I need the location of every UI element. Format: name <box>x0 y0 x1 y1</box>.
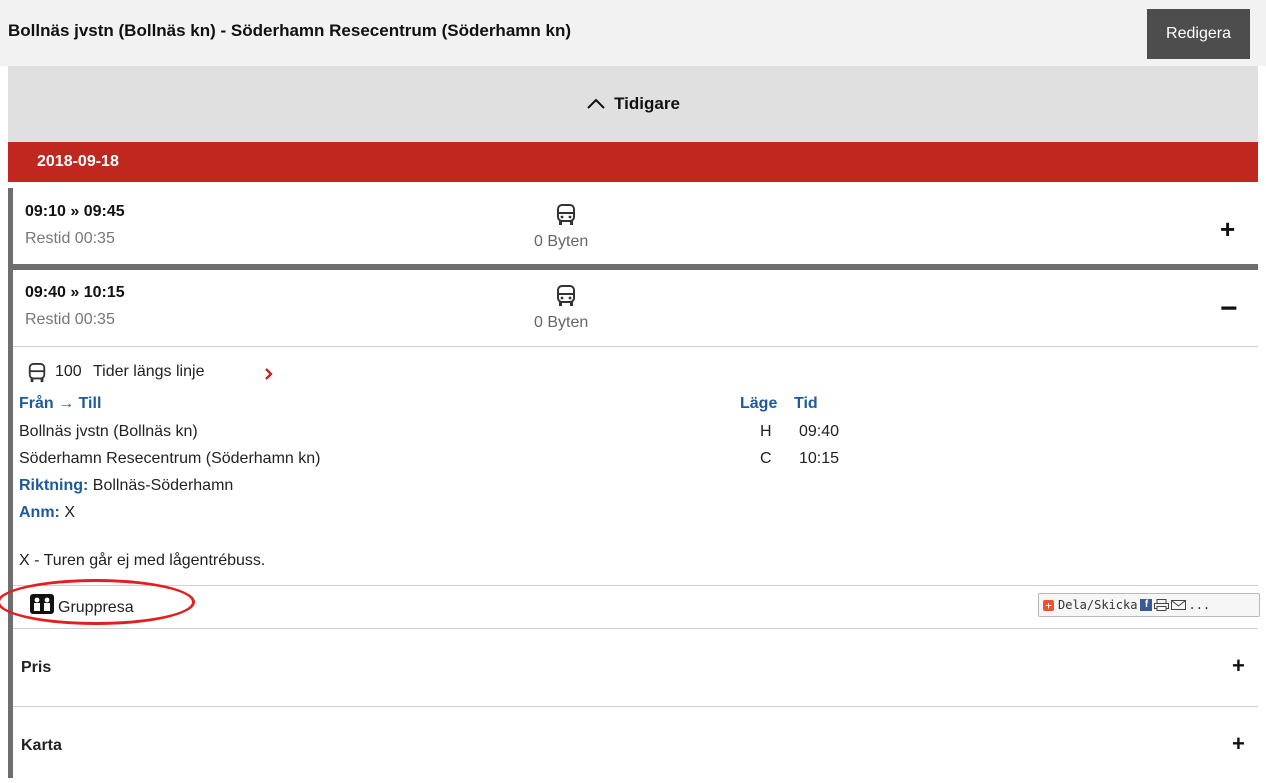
bus-icon <box>557 204 575 225</box>
divider <box>13 585 1258 586</box>
stop-time: 09:40 <box>799 423 840 440</box>
chevron-right-icon[interactable] <box>264 368 273 380</box>
map-section[interactable]: Karta + <box>13 707 1258 783</box>
more-icon: ... <box>1188 598 1211 612</box>
collapse-trip-button[interactable]: − <box>1220 292 1238 326</box>
expand-price-button[interactable]: + <box>1232 653 1245 679</box>
bus-icon <box>28 363 46 383</box>
trip-changes: 0 Byten <box>534 314 589 331</box>
trip-changes: 0 Byten <box>534 233 589 250</box>
line-number: 100 <box>55 363 82 380</box>
group-travel-link[interactable]: Gruppresa <box>58 599 134 617</box>
bus-icon <box>557 285 575 306</box>
share-label: Dela/Skicka <box>1058 598 1138 612</box>
stop-name: Söderhamn Resecentrum (Söderhamn kn) <box>19 450 321 467</box>
earlier-label: Tidigare <box>614 94 680 113</box>
facebook-icon: f <box>1140 599 1153 611</box>
header-bar: Bollnäs jvstn (Bollnäs kn) - Söderhamn R… <box>0 0 1266 66</box>
trip-times: 09:10 » 09:45 <box>25 203 125 220</box>
trip-details: 100 Tider längs linje Från → Till Läge T… <box>0 346 1260 778</box>
stop-name: Bollnäs jvstn (Bollnäs kn) <box>19 423 198 440</box>
trip-duration: Restid 00:35 <box>25 230 115 247</box>
trip-duration: Restid 00:35 <box>25 311 115 328</box>
map-label: Karta <box>21 737 62 754</box>
expand-trip-button[interactable]: + <box>1220 214 1235 245</box>
chevron-up-icon <box>587 98 605 109</box>
note-row: Anm: X <box>19 504 75 522</box>
share-button[interactable]: + Dela/Skicka f ... <box>1038 593 1260 617</box>
price-label: Pris <box>21 659 52 676</box>
group-travel-icon <box>30 594 54 614</box>
stop-time: 10:15 <box>799 450 840 467</box>
edit-button[interactable]: Redigera <box>1147 9 1250 59</box>
line-times-link[interactable]: Tider längs linje <box>93 363 204 381</box>
date-bar: 2018-09-18 <box>8 142 1258 182</box>
print-icon <box>1154 599 1170 611</box>
price-section[interactable]: Pris + <box>13 629 1258 705</box>
route-title: Bollnäs jvstn (Bollnäs kn) - Söderhamn R… <box>8 21 571 40</box>
trip-times: 09:40 » 10:15 <box>25 284 125 301</box>
stop-position: C <box>760 450 772 467</box>
earlier-button[interactable]: Tidigare <box>8 66 1258 142</box>
footnote: X - Turen går ej med lågentrébuss. <box>19 552 266 569</box>
stop-position: H <box>760 423 772 440</box>
trip-row[interactable]: 09:10 » 09:45 Restid 00:35 0 Byten + <box>8 188 1258 264</box>
direction-row: Riktning: Bollnäs-Söderhamn <box>19 477 233 495</box>
direction-value: Bollnäs-Söderhamn <box>92 477 234 494</box>
plus-square-icon: + <box>1043 599 1054 611</box>
from-to-header: Från → Till <box>19 395 102 412</box>
divider <box>13 346 1258 347</box>
trip-row[interactable]: 09:40 » 10:15 Restid 00:35 0 Byten − <box>8 270 1258 346</box>
note-value: X <box>64 504 76 521</box>
direction-label: Riktning: <box>19 477 89 494</box>
stop-header: Läge <box>740 395 778 412</box>
mail-icon <box>1171 600 1187 610</box>
expand-map-button[interactable]: + <box>1232 731 1245 757</box>
time-header: Tid <box>794 395 818 412</box>
date-label: 2018-09-18 <box>37 153 119 170</box>
note-label: Anm: <box>19 504 60 521</box>
